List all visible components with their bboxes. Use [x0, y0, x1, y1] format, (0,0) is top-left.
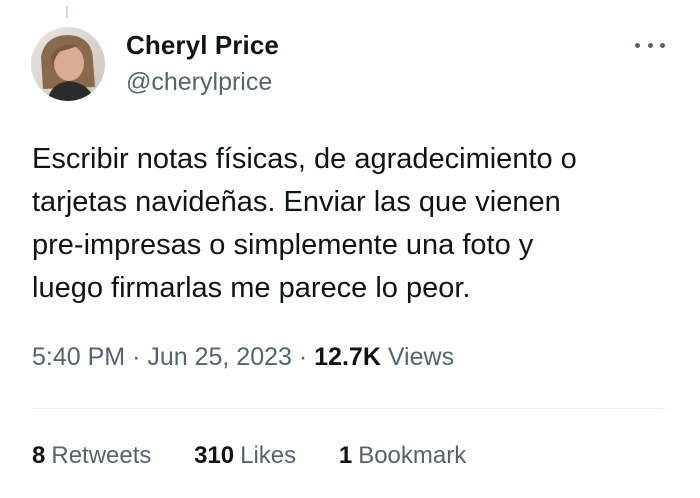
more-options-button[interactable]	[633, 30, 667, 60]
more-horizontal-icon-dot	[647, 42, 653, 48]
thread-connector-line	[66, 6, 68, 18]
author-name[interactable]: Cheryl Price	[126, 30, 279, 61]
meta-separator: ·	[132, 343, 141, 371]
bookmarks-label: Bookmark	[358, 442, 467, 469]
retweets-count: 8	[32, 442, 46, 469]
avatar[interactable]	[31, 27, 105, 101]
likes-stat[interactable]: 310 Likes	[194, 442, 296, 470]
avatar-image	[31, 27, 105, 101]
tweet-meta: 5:40 PM · Jun 25, 2023 · 12.7K Views	[32, 343, 454, 372]
meta-separator: ·	[298, 343, 308, 371]
more-horizontal-icon	[635, 42, 640, 48]
tweet-text: Escribir notas físicas, de agradecimient…	[32, 143, 577, 304]
views-count: 12.7K	[314, 343, 381, 371]
tweet-time[interactable]: 5:40 PM	[32, 343, 125, 371]
retweets-stat[interactable]: 8 Retweets	[32, 442, 151, 470]
engagement-stats: 8 Retweets 310 Likes 1 Bookmark	[32, 442, 502, 470]
likes-label: Likes	[240, 442, 297, 469]
more-horizontal-icon-dot	[660, 42, 665, 48]
divider	[32, 408, 668, 409]
tweet-date[interactable]: Jun 25, 2023	[147, 343, 292, 371]
bookmarks-stat[interactable]: 1 Bookmark	[339, 442, 466, 470]
views-label: Views	[387, 343, 455, 371]
retweets-label: Retweets	[51, 442, 152, 469]
likes-count: 310	[194, 442, 235, 469]
author-handle[interactable]: @cherylprice	[126, 68, 272, 97]
bookmarks-count: 1	[338, 442, 353, 469]
